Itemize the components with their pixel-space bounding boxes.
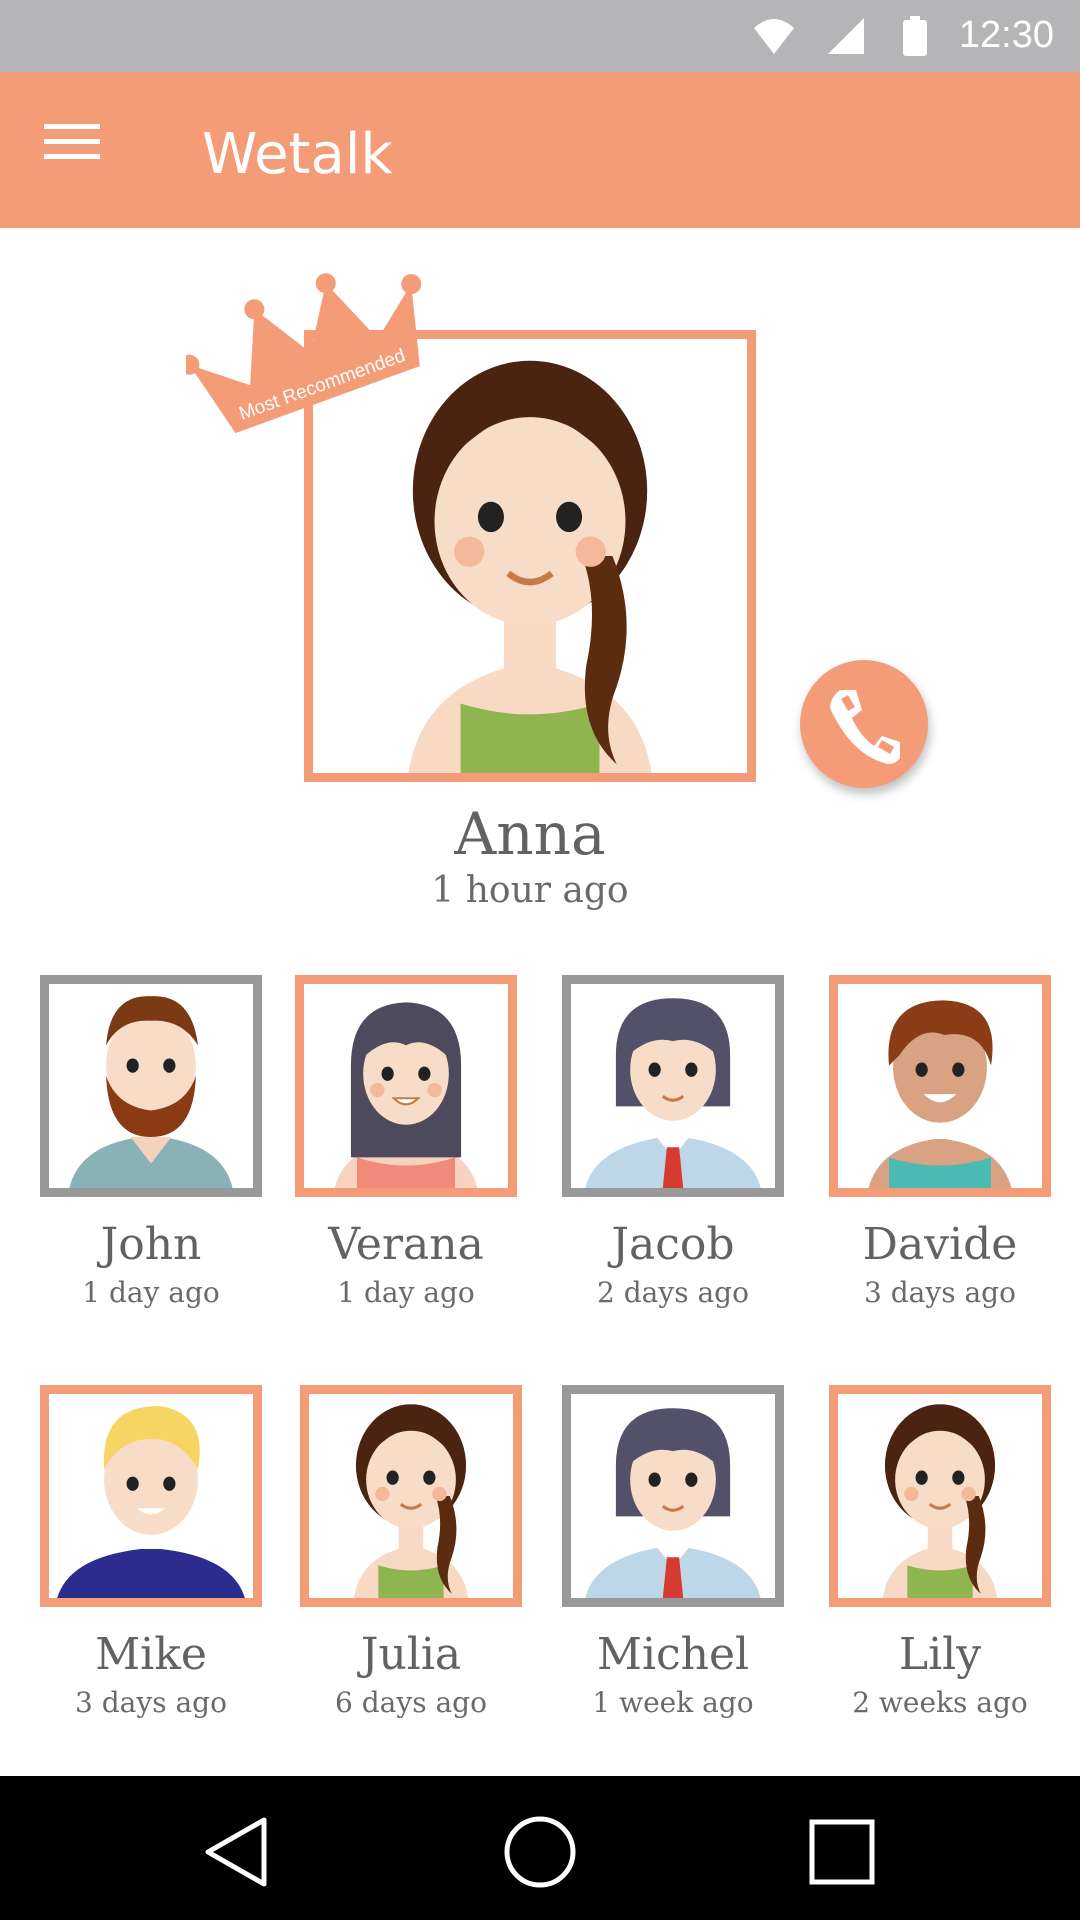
wifi-icon (754, 19, 794, 54)
home-icon (504, 1816, 576, 1888)
app-title: Wetalk (202, 122, 393, 187)
avatar-frame (562, 1385, 784, 1607)
contact-name: Michel (596, 1629, 750, 1680)
nav-bar (0, 1776, 1080, 1920)
menu-button[interactable] (44, 122, 124, 178)
avatar-davide (838, 984, 1042, 1188)
avatar-verana (304, 984, 508, 1188)
contact-last-seen: 2 days ago (597, 1276, 749, 1309)
contact-card-jacob[interactable]: Jacob 2 days ago (562, 975, 784, 1309)
contact-last-seen: 3 days ago (75, 1686, 227, 1719)
contact-card-john[interactable]: John 1 day ago (40, 975, 262, 1309)
contact-name: Davide (862, 1219, 1018, 1270)
avatar-jacob (571, 984, 775, 1188)
status-time: 12:30 (958, 14, 1054, 56)
contact-name: Verana (328, 1219, 484, 1270)
avatar-frame (562, 975, 784, 1197)
contact-last-seen: 1 day ago (82, 1276, 220, 1309)
contact-card-julia[interactable]: Julia 6 days ago (300, 1385, 522, 1719)
contact-name: Lily (898, 1629, 982, 1680)
back-button[interactable] (198, 1812, 278, 1892)
featured-last-seen: 1 hour ago (431, 870, 629, 911)
featured-name: Anna (454, 800, 606, 868)
avatar-frame (40, 1385, 262, 1607)
contact-name: John (100, 1219, 202, 1270)
avatar-frame (295, 975, 517, 1197)
call-button[interactable] (800, 660, 928, 788)
avatar-john (49, 984, 253, 1188)
contact-card-lily[interactable]: Lily 2 weeks ago (829, 1385, 1051, 1719)
avatar-julia (309, 1394, 513, 1598)
contact-card-mike[interactable]: Mike 3 days ago (40, 1385, 262, 1719)
phone-icon (830, 690, 900, 764)
avatar-frame (300, 1385, 522, 1607)
recents-icon (809, 1819, 875, 1885)
contact-last-seen: 1 day ago (337, 1276, 475, 1309)
contact-name: Julia (360, 1629, 462, 1680)
avatar-frame (40, 975, 262, 1197)
status-bar: 12:30 (0, 0, 1080, 72)
contact-last-seen: 6 days ago (335, 1686, 487, 1719)
contact-last-seen: 2 weeks ago (852, 1686, 1028, 1719)
contact-card-davide[interactable]: Davide 3 days ago (829, 975, 1051, 1309)
contact-last-seen: 3 days ago (864, 1276, 1016, 1309)
contact-last-seen: 1 week ago (592, 1686, 754, 1719)
contact-card-michel[interactable]: Michel 1 week ago (562, 1385, 784, 1719)
avatar-mike (49, 1394, 253, 1598)
home-button[interactable] (500, 1812, 580, 1892)
battery-icon (903, 16, 927, 56)
signal-icon (828, 18, 864, 54)
recents-button[interactable] (802, 1812, 882, 1892)
avatar-lily (838, 1394, 1042, 1598)
app-bar: Wetalk (0, 72, 1080, 228)
crown-badge: Most Recommended (186, 273, 422, 434)
back-icon (205, 1817, 267, 1887)
contact-name: Mike (95, 1629, 207, 1680)
avatar-michel (571, 1394, 775, 1598)
menu-icon (44, 124, 100, 159)
avatar-frame (829, 975, 1051, 1197)
contact-card-verana[interactable]: Verana 1 day ago (295, 975, 517, 1309)
avatar-frame (829, 1385, 1051, 1607)
contact-name: Jacob (611, 1219, 735, 1270)
